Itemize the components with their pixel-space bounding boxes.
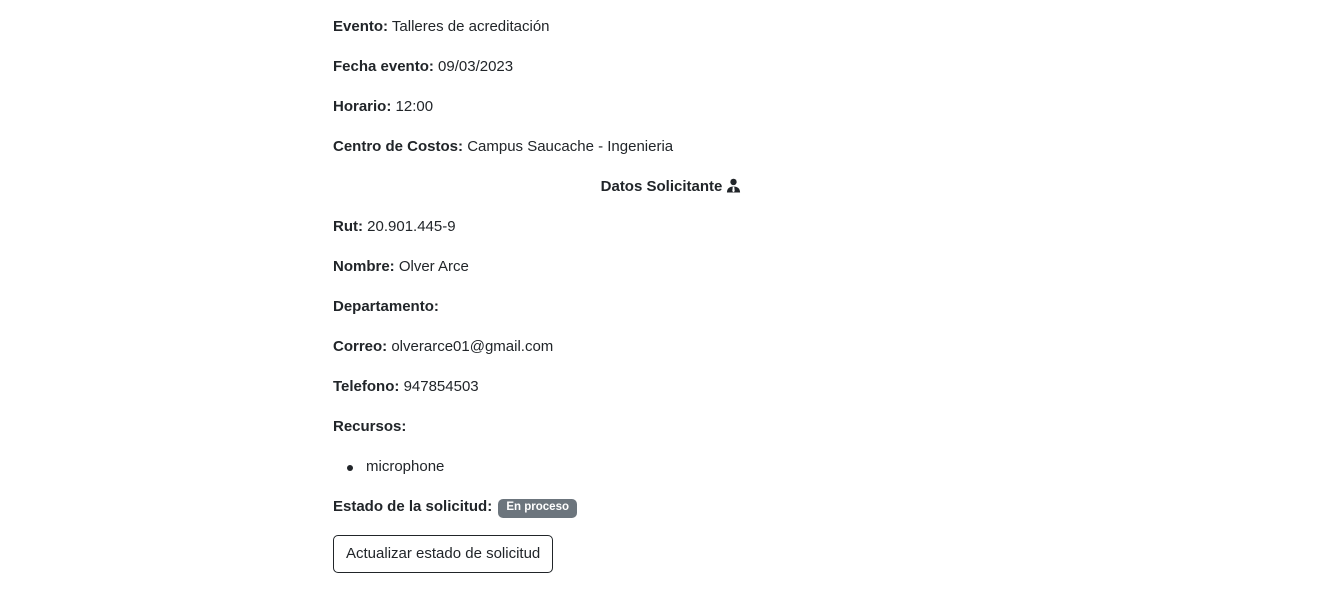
rut-label: Rut: [333, 218, 363, 235]
event-date-row: Fecha evento: 09/03/2023 [333, 55, 513, 79]
rut-row: Rut: 20.901.445-9 [333, 215, 456, 239]
status-row: Estado de la solicitud: En proceso [333, 495, 578, 519]
event-row: Evento: Talleres de acreditación [333, 15, 550, 39]
resources-row: Recursos: [333, 415, 406, 439]
cost-center-label: Centro de Costos: [333, 138, 464, 155]
schedule-value: 12:00 [395, 98, 434, 115]
status-label: Estado de la solicitud: [333, 498, 493, 515]
requester-title-text: Datos Solicitante [600, 178, 723, 195]
schedule-row: Horario: 12:00 [333, 95, 433, 119]
rut-value: 20.901.445-9 [367, 218, 456, 235]
cost-center-value: Campus Saucache - Ingenieria [467, 138, 674, 155]
requester-section-title: Datos Solicitante [333, 175, 1009, 199]
department-label: Departamento: [333, 298, 439, 315]
resources-list: microphone [333, 455, 444, 479]
person-tie-icon [726, 177, 741, 201]
name-row: Nombre: Olver Arce [333, 255, 469, 279]
name-value: Olver Arce [398, 258, 469, 275]
resources-label: Recursos: [333, 418, 407, 435]
phone-value: 947854503 [403, 378, 479, 395]
email-value: olverarce01@gmail.com [391, 338, 554, 355]
list-item: microphone [333, 455, 444, 479]
phone-row: Telefono: 947854503 [333, 375, 479, 399]
event-date-value: 09/03/2023 [438, 58, 514, 75]
bullet-icon [347, 465, 353, 471]
status-badge: En proceso [498, 499, 578, 518]
schedule-label: Horario: [333, 98, 392, 115]
phone-label: Telefono: [333, 378, 400, 395]
email-label: Correo: [333, 338, 388, 355]
update-status-button[interactable]: Actualizar estado de solicitud [333, 535, 554, 573]
event-label: Evento: [333, 18, 389, 35]
event-date-label: Fecha evento: [333, 58, 434, 75]
email-row: Correo: olverarce01@gmail.com [333, 335, 553, 359]
department-row: Departamento: [333, 295, 439, 319]
cost-center-row: Centro de Costos: Campus Saucache - Inge… [333, 135, 673, 159]
event-value: Talleres de acreditación [391, 18, 550, 35]
name-label: Nombre: [333, 258, 395, 275]
resource-item: microphone [366, 458, 445, 475]
